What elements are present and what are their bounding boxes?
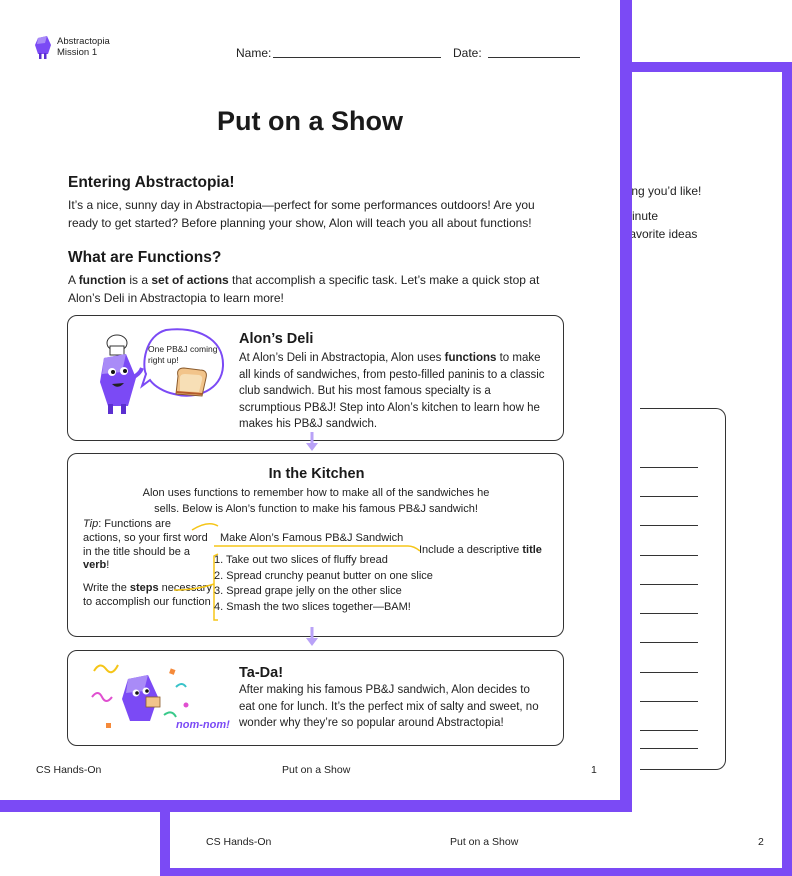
name-field-line[interactable]	[273, 57, 441, 58]
footer-page-number: 2	[758, 836, 764, 848]
section-text: A function is a set of actions that acco…	[68, 273, 540, 305]
deli-title: Alon’s Deli	[239, 331, 314, 347]
writing-line	[640, 525, 698, 526]
brand-line-1: Abstractopia	[57, 36, 110, 47]
writing-line	[640, 613, 698, 614]
page-title: Put on a Show	[217, 106, 403, 136]
section-text: It’s a nice, sunny day in Abstractopia—p…	[68, 198, 535, 230]
brand-line-2: Mission 1	[57, 47, 98, 58]
sandwich-icon	[175, 367, 207, 397]
tada-box: nom-nom! Ta-Da! After making his famous …	[67, 650, 564, 746]
deli-text: At Alon’s Deli in Abstractopia, Alon use…	[239, 352, 545, 431]
footer-left: CS Hands-On	[206, 836, 272, 848]
arrow-down-icon	[306, 627, 318, 646]
tada-text: After making his famous PB&J sandwich, A…	[239, 684, 539, 730]
section-heading: Entering Abstractopia!	[68, 174, 235, 191]
date-field-line[interactable]	[488, 57, 580, 58]
brand-name: Abstractopia Mission 1	[57, 36, 110, 58]
deli-content: Alon’s Deli At Alon’s Deli in Abstractop…	[239, 331, 549, 433]
writing-line	[640, 584, 698, 585]
nom-nom-text: nom-nom!	[176, 719, 230, 731]
section-heading: What are Functions?	[68, 249, 222, 266]
deli-box: One PB&J coming right up! Alon’s Deli At…	[67, 315, 564, 441]
writing-line	[640, 672, 698, 673]
kitchen-box: In the Kitchen Alon uses functions to re…	[67, 453, 564, 637]
footer-page-number: 1	[591, 764, 597, 776]
abstractopia-logo-icon	[35, 36, 51, 59]
date-label: Date:	[453, 46, 482, 60]
footer-left: CS Hands-On	[36, 764, 102, 776]
writing-line	[640, 748, 698, 749]
arrow-down-icon	[306, 432, 318, 451]
writing-line	[640, 701, 698, 702]
page-2-snippet: -favorite ideas	[622, 227, 698, 241]
tada-title: Ta-Da!	[239, 665, 284, 681]
writing-line	[640, 496, 698, 497]
page-2-snippet: ning you’d like!	[622, 184, 702, 198]
page-2-writing-box	[640, 408, 726, 770]
function-steps: 1. Take out two slices of fluffy bread 2…	[214, 553, 433, 615]
step-item: 2. Spread crunchy peanut butter on one s…	[214, 569, 433, 582]
name-label: Name:	[236, 46, 272, 60]
tada-content: Ta-Da! After making his famous PB&J sand…	[239, 665, 549, 732]
writing-line	[640, 467, 698, 468]
page-1: Abstractopia Mission 1 Name: Date: Put o…	[0, 0, 632, 812]
writing-line	[640, 730, 698, 731]
step-item: 3. Spread grape jelly on the other slice	[214, 585, 402, 598]
footer-center: Put on a Show	[282, 764, 351, 776]
function-title: Make Alon’s Famous PB&J Sandwich	[220, 532, 404, 544]
footer-center: Put on a Show	[450, 836, 519, 848]
step-item: 1. Take out two slices of fluffy bread	[214, 554, 388, 566]
page-1-sheet: Abstractopia Mission 1 Name: Date: Put o…	[0, 0, 620, 800]
step-item: 4. Smash the two slices together—BAM!	[214, 600, 411, 613]
writing-line	[640, 642, 698, 643]
writing-line	[640, 555, 698, 556]
speech-bubble-text: One PB&J coming right up!	[148, 344, 218, 365]
title-note: Include a descriptive title	[419, 544, 542, 556]
